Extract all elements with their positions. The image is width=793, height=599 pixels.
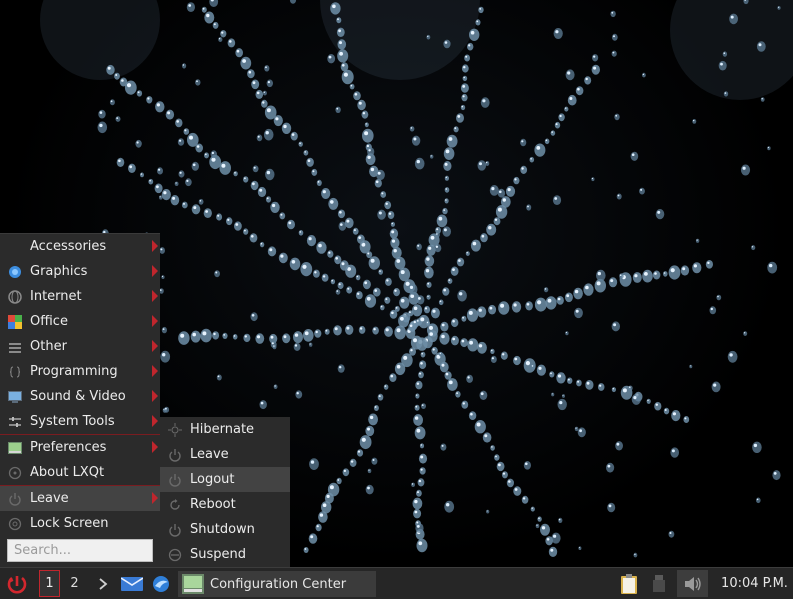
usb-drive-icon	[653, 574, 665, 592]
application-menu: Accessories Graphics Internet Office Oth…	[0, 233, 160, 568]
leave-submenu: Hibernate Leave Logout Reboot Shutdown S…	[160, 417, 290, 567]
menu-item-internet[interactable]: Internet	[0, 284, 160, 309]
menu-item-label: System Tools	[30, 414, 115, 429]
submenu-item-label: Logout	[190, 472, 235, 487]
suspend-icon	[168, 548, 182, 562]
volume-button[interactable]	[677, 570, 708, 597]
menu-item-label: Graphics	[30, 264, 88, 279]
task-configuration-center[interactable]: Configuration Center	[178, 571, 376, 597]
sound-video-icon	[8, 390, 22, 404]
configuration-center-icon	[182, 574, 204, 594]
leave-icon	[8, 492, 22, 506]
submenu-item-reboot[interactable]: Reboot	[160, 492, 290, 517]
menu-search-input[interactable]	[7, 539, 153, 562]
menu-item-accessories[interactable]: Accessories	[0, 234, 160, 259]
submenu-item-shutdown[interactable]: Shutdown	[160, 517, 290, 542]
submenu-item-leave[interactable]: Leave	[160, 442, 290, 467]
about-icon	[8, 466, 22, 480]
chevron-right-icon	[152, 290, 158, 302]
reboot-icon	[168, 498, 182, 512]
main-menu-button[interactable]	[2, 568, 32, 599]
menu-item-sound-video[interactable]: Sound & Video	[0, 384, 160, 409]
clipboard-icon	[621, 573, 637, 594]
removable-media-tray[interactable]	[648, 568, 670, 599]
internet-icon	[8, 289, 22, 304]
menu-item-label: About LXQt	[30, 465, 105, 480]
menu-item-label: Leave	[30, 491, 69, 506]
accessories-icon	[8, 240, 22, 254]
programming-icon	[8, 365, 22, 379]
chevron-right-icon	[152, 315, 158, 327]
desktop-number: 1	[45, 576, 54, 591]
logout-icon	[168, 473, 182, 487]
chevron-right-icon	[152, 492, 158, 504]
desktop-switch-2[interactable]: 2	[64, 568, 85, 599]
submenu-item-label: Suspend	[190, 547, 247, 562]
system-tools-icon	[8, 415, 22, 429]
chevron-right-icon	[152, 365, 158, 377]
submenu-item-label: Shutdown	[190, 522, 255, 537]
chevron-right-icon	[152, 340, 158, 352]
mail-icon	[121, 576, 143, 591]
menu-item-label: Other	[30, 339, 67, 354]
power-icon	[168, 448, 182, 462]
browser-launcher[interactable]	[148, 568, 174, 599]
menu-item-about-lxqt[interactable]: About LXQt	[0, 460, 160, 485]
browser-icon	[153, 575, 169, 592]
task-label: Configuration Center	[210, 576, 347, 592]
submenu-item-suspend[interactable]: Suspend	[160, 542, 290, 567]
shutdown-icon	[168, 523, 182, 537]
menu-item-label: Sound & Video	[30, 389, 126, 404]
menu-item-graphics[interactable]: Graphics	[0, 259, 160, 284]
taskbar: 1 2 Configuration Center 10:04 P.M.	[0, 567, 793, 599]
clipboard-tray[interactable]	[615, 568, 643, 599]
chevron-right-icon	[152, 265, 158, 277]
menu-item-other[interactable]: Other	[0, 334, 160, 359]
menu-item-label: Office	[30, 314, 68, 329]
preferences-icon	[8, 441, 22, 455]
clock[interactable]: 10:04 P.M.	[716, 568, 793, 599]
menu-item-lock-screen[interactable]: Lock Screen	[0, 511, 160, 536]
menu-item-programming[interactable]: Programming	[0, 359, 160, 384]
chevron-right-icon	[152, 240, 158, 252]
hibernate-icon	[168, 422, 182, 437]
menu-item-preferences[interactable]: Preferences	[0, 435, 160, 460]
chevron-right-icon	[99, 577, 108, 590]
show-more-button[interactable]	[92, 568, 114, 599]
submenu-item-label: Hibernate	[190, 422, 255, 437]
desktop-switch-1[interactable]: 1	[39, 570, 60, 597]
office-icon	[8, 314, 22, 329]
menu-item-label: Internet	[30, 289, 82, 304]
speaker-icon	[684, 576, 701, 591]
menu-item-label: Accessories	[30, 239, 107, 254]
submenu-item-label: Leave	[190, 447, 229, 462]
menu-item-label: Lock Screen	[30, 516, 109, 531]
submenu-item-hibernate[interactable]: Hibernate	[160, 417, 290, 442]
menu-item-office[interactable]: Office	[0, 309, 160, 334]
clock-time: 10:04 P.M.	[721, 576, 788, 591]
submenu-item-logout[interactable]: Logout	[160, 467, 290, 492]
menu-item-leave[interactable]: Leave	[0, 486, 160, 511]
other-icon	[8, 340, 22, 354]
chevron-right-icon	[152, 441, 158, 453]
submenu-item-label: Reboot	[190, 497, 236, 512]
mail-launcher[interactable]	[119, 568, 145, 599]
chevron-right-icon	[152, 390, 158, 402]
lxqt-logo-icon	[7, 575, 27, 593]
menu-item-system-tools[interactable]: System Tools	[0, 409, 160, 434]
menu-item-label: Preferences	[30, 440, 107, 455]
graphics-icon	[8, 265, 22, 279]
lock-screen-icon	[8, 517, 22, 531]
desktop-number: 2	[70, 576, 79, 591]
chevron-right-icon	[152, 415, 158, 427]
menu-item-label: Programming	[30, 364, 118, 379]
